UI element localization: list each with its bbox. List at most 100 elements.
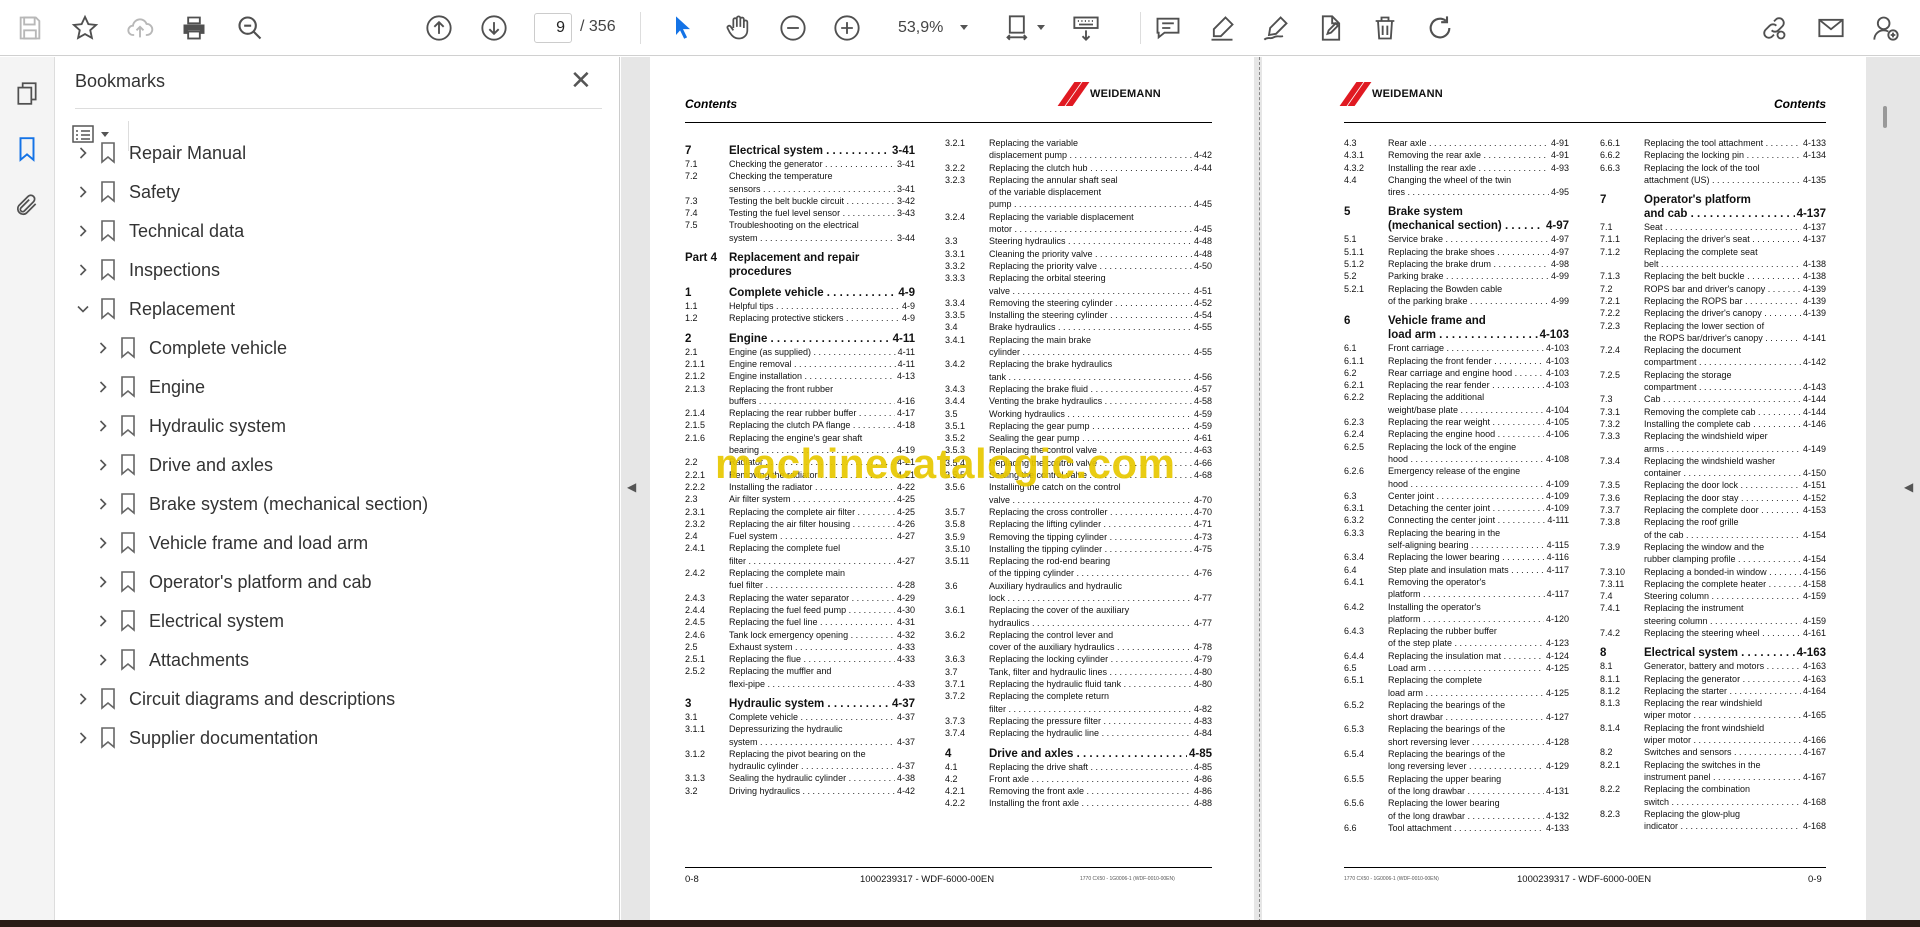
- close-icon[interactable]: ✕: [570, 67, 592, 93]
- toc-entry[interactable]: rubber clamping profile . . . . . . . . …: [1600, 553, 1826, 565]
- toc-entry[interactable]: switch . . . . . . . . . . . . . . . . .…: [1600, 796, 1826, 808]
- toc-entry[interactable]: 3.3 Steering hydraulics . . . . . . . . .…: [945, 235, 1212, 247]
- toc-entry[interactable]: 6.4.4 Replacing the insulation mat . . . …: [1344, 650, 1569, 662]
- toc-entry[interactable]: 2.4.4 Replacing the fuel feed pump . . . …: [685, 604, 915, 616]
- toc-entry[interactable]: 3.2 Driving hydraulics . . . . . . . . . …: [685, 785, 915, 797]
- toc-entry[interactable]: 5.1.1 Replacing the brake shoes . . . . .…: [1344, 246, 1569, 258]
- toc-entry[interactable]: 6.5.2 Replacing the bearings of the: [1344, 699, 1569, 711]
- toc-entry[interactable]: 7.3.9 Replacing the window and the: [1600, 541, 1826, 553]
- zoom-in-icon[interactable]: [829, 10, 865, 46]
- toc-entry[interactable]: 4 Drive and axles . . . . . . . . . . . .…: [945, 747, 1212, 761]
- toc-entry[interactable]: 2.5.1 Replacing the flue . . . . . . . . …: [685, 653, 915, 665]
- toc-entry[interactable]: 4.4 Changing the wheel of the twin: [1344, 174, 1569, 186]
- toc-entry[interactable]: 3.5.10 Installing the tipping cylinder . …: [945, 543, 1212, 555]
- toc-entry[interactable]: 7.1 Seat . . . . . . . . . . . . . . . . …: [1600, 221, 1826, 233]
- chevron-right-icon[interactable]: [93, 419, 113, 433]
- toc-entry[interactable]: 4.2.1 Removing the front axle . . . . . .…: [945, 785, 1212, 797]
- toc-entry[interactable]: 3.1.2 Replacing the pivot bearing on the: [685, 748, 915, 760]
- comment-icon[interactable]: [1150, 10, 1186, 46]
- toc-entry[interactable]: 7.2.5 Replacing the storage: [1600, 369, 1826, 381]
- toc-entry[interactable]: platform . . . . . . . . . . . . . . . .…: [1344, 613, 1569, 625]
- toc-entry[interactable]: of the step plate . . . . . . . . . . . …: [1344, 637, 1569, 649]
- bookmark-item[interactable]: Safety: [73, 177, 180, 207]
- toc-entry[interactable]: 3.3.1 Cleaning the priority valve . . . .…: [945, 248, 1212, 260]
- toc-entry[interactable]: filter . . . . . . . . . . . . . . . . .…: [685, 555, 915, 567]
- toc-entry[interactable]: compartment . . . . . . . . . . . . . . …: [1600, 381, 1826, 393]
- toc-entry[interactable]: 6.4 Step plate and insulation mats . . . …: [1344, 564, 1569, 576]
- toc-entry[interactable]: arms . . . . . . . . . . . . . . . . . .…: [1600, 443, 1826, 455]
- toc-entry[interactable]: 7.2.3 Replacing the lower section of: [1600, 320, 1826, 332]
- bookmark-item[interactable]: Operator's platform and cab: [93, 567, 372, 597]
- toc-entry[interactable]: cylinder . . . . . . . . . . . . . . . .…: [945, 346, 1212, 358]
- toc-entry[interactable]: 6.2 Rear carriage and engine hood . . . .…: [1344, 367, 1569, 379]
- toc-entry[interactable]: load arm . . . . . . . . . . . . . . . .…: [1344, 328, 1569, 342]
- bookmark-item[interactable]: Vehicle frame and load arm: [93, 528, 368, 558]
- toc-entry[interactable]: fuel filter . . . . . . . . . . . . . . …: [685, 579, 915, 591]
- toc-entry[interactable]: 6.6.1 Replacing the tool attachment . . .…: [1600, 137, 1826, 149]
- toc-entry[interactable]: 3.6.3 Replacing the locking cylinder . . …: [945, 653, 1212, 665]
- toc-entry[interactable]: 3.4.3 Replacing the brake fluid . . . . .…: [945, 383, 1212, 395]
- toc-entry[interactable]: 3.3.4 Removing the steering cylinder . . …: [945, 297, 1212, 309]
- toc-entry[interactable]: 7.1 Checking the generator . . . . . . . …: [685, 158, 915, 170]
- toc-entry[interactable]: 2.1.1 Engine removal . . . . . . . . . . …: [685, 358, 915, 370]
- toc-entry[interactable]: valve . . . . . . . . . . . . . . . . . …: [945, 494, 1212, 506]
- select-cursor-icon[interactable]: [665, 10, 701, 46]
- toc-entry[interactable]: hydraulics . . . . . . . . . . . . . . .…: [945, 617, 1212, 629]
- toc-entry[interactable]: belt . . . . . . . . . . . . . . . . . .…: [1600, 258, 1826, 270]
- toc-entry[interactable]: 8.2 Switches and sensors . . . . . . . . …: [1600, 746, 1826, 758]
- scrollbar-thumb[interactable]: [1883, 106, 1887, 128]
- toc-entry[interactable]: wiper motor . . . . . . . . . . . . . . …: [1600, 734, 1826, 746]
- bookmark-item[interactable]: Supplier documentation: [73, 723, 318, 753]
- toc-entry[interactable]: 2.1.2 Engine installation . . . . . . . .…: [685, 370, 915, 382]
- toc-entry[interactable]: 2.4.2 Replacing the complete main: [685, 567, 915, 579]
- fit-page-icon[interactable]: [1000, 10, 1036, 46]
- toc-entry[interactable]: flexi-pipe . . . . . . . . . . . . . . .…: [685, 678, 915, 690]
- toc-entry[interactable]: 7.5 Troubleshooting on the electrical: [685, 219, 915, 231]
- save-icon[interactable]: [12, 10, 48, 46]
- toc-entry[interactable]: 6.2.1 Replacing the rear fender . . . . .…: [1344, 379, 1569, 391]
- toc-entry[interactable]: 3.2.1 Replacing the variable: [945, 137, 1212, 149]
- toc-entry[interactable]: 7.3.6 Replacing the door stay . . . . . .…: [1600, 492, 1826, 504]
- toc-entry[interactable]: 7.4.2 Replacing the steering wheel . . . …: [1600, 627, 1826, 639]
- toc-entry[interactable]: 3 Hydraulic system . . . . . . . . . . . …: [685, 697, 915, 711]
- toc-entry[interactable]: wiper motor . . . . . . . . . . . . . . …: [1600, 709, 1826, 721]
- toc-entry[interactable]: 6.2.3 Replacing the rear weight . . . . .…: [1344, 416, 1569, 428]
- toc-entry[interactable]: 3.2.4 Replacing the variable displacement: [945, 211, 1212, 223]
- toc-entry[interactable]: 2.3.2 Replacing the air filter housing . …: [685, 518, 915, 530]
- toc-entry[interactable]: 2.1.5 Replacing the clutch PA flange . . …: [685, 419, 915, 431]
- chevron-right-icon[interactable]: [93, 575, 113, 589]
- toc-entry[interactable]: 3.5.1 Replacing the gear pump . . . . . .…: [945, 420, 1212, 432]
- toc-entry[interactable]: 7.2.4 Replacing the document: [1600, 344, 1826, 356]
- toc-entry[interactable]: 2.1 Engine (as supplied) . . . . . . . . …: [685, 346, 915, 358]
- toc-entry[interactable]: steering column . . . . . . . . . . . . …: [1600, 615, 1826, 627]
- toc-entry[interactable]: of the long drawbar . . . . . . . . . . …: [1344, 810, 1569, 822]
- toc-entry[interactable]: of the long drawbar . . . . . . . . . . …: [1344, 785, 1569, 797]
- next-page-icon[interactable]: [476, 10, 512, 46]
- toc-entry[interactable]: 7.4.1 Replacing the instrument: [1600, 602, 1826, 614]
- toc-entry[interactable]: hood . . . . . . . . . . . . . . . . . .…: [1344, 478, 1569, 490]
- toc-entry[interactable]: 3.1.3 Sealing the hydraulic cylinder . . …: [685, 772, 915, 784]
- delete-trash-icon[interactable]: [1367, 10, 1403, 46]
- toc-entry[interactable]: 8 Electrical system . . . . . . . . . . .…: [1600, 646, 1826, 660]
- toc-entry[interactable]: 3.7.4 Replacing the hydraulic line . . . …: [945, 727, 1212, 739]
- toc-entry[interactable]: 8.1.1 Replacing the generator . . . . . .…: [1600, 673, 1826, 685]
- toc-entry[interactable]: 7.4 Testing the fuel level sensor . . . .…: [685, 207, 915, 219]
- toc-entry[interactable]: 2.3.1 Replacing the complete air filter .…: [685, 506, 915, 518]
- toc-entry[interactable]: 2.5.2 Replacing the muffler and: [685, 665, 915, 677]
- bookmark-item[interactable]: Brake system (mechanical section): [93, 489, 428, 519]
- toc-entry[interactable]: 6.3.4 Replacing the lower bearing . . . .…: [1344, 551, 1569, 563]
- toc-entry[interactable]: procedures: [685, 265, 915, 279]
- toc-entry[interactable]: Part 4 Replacement and repair: [685, 251, 915, 265]
- toc-entry[interactable]: 6 Vehicle frame and: [1344, 314, 1569, 328]
- toc-entry[interactable]: indicator . . . . . . . . . . . . . . . …: [1600, 820, 1826, 832]
- toc-entry[interactable]: sensors . . . . . . . . . . . . . . . . …: [685, 183, 915, 195]
- toc-entry[interactable]: 5.2.1 Replacing the Bowden cable: [1344, 283, 1569, 295]
- toc-entry[interactable]: of the tipping cylinder . . . . . . . . …: [945, 567, 1212, 579]
- toc-entry[interactable]: 3.4.2 Replacing the brake hydraulics: [945, 358, 1212, 370]
- toc-entry[interactable]: the ROPS bar/driver's canopy . . . . . .…: [1600, 332, 1826, 344]
- toc-entry[interactable]: 6.6.3 Replacing the lock of the tool: [1600, 162, 1826, 174]
- edit-pdf-icon[interactable]: [1313, 10, 1349, 46]
- toc-entry[interactable]: 6.6.2 Replacing the locking pin . . . . .…: [1600, 149, 1826, 161]
- toc-entry[interactable]: and cab . . . . . . . . . . . . . . . . …: [1600, 207, 1826, 221]
- toc-entry[interactable]: self-aligning bearing . . . . . . . . . …: [1344, 539, 1569, 551]
